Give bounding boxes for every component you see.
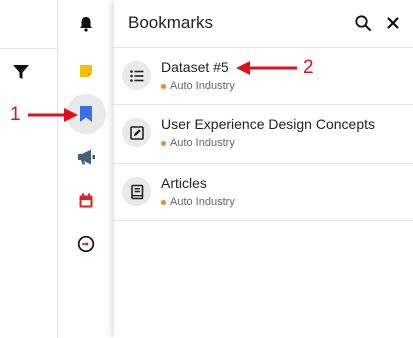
search-button[interactable] <box>352 12 374 34</box>
announcements-button[interactable] <box>66 137 106 177</box>
bookmark-title: Dataset #5 <box>161 59 229 75</box>
list-icon <box>122 61 151 90</box>
app-root: Bookmarks Dataset #5 Auto Industry User … <box>0 0 413 338</box>
bookmark-subtitle: Auto Industry <box>161 137 235 149</box>
search-icon <box>355 15 371 31</box>
notes-button[interactable] <box>66 51 106 91</box>
notifications-button[interactable] <box>66 4 106 44</box>
gauge-icon <box>77 235 95 253</box>
main-area <box>0 0 57 338</box>
book-icon <box>122 177 151 206</box>
bookmark-subtitle: Auto Industry <box>161 80 235 92</box>
icon-rail <box>57 0 114 338</box>
bookmark-subtitle-text: Auto Industry <box>170 80 235 92</box>
bell-icon <box>80 17 92 32</box>
close-icon <box>387 17 399 29</box>
bookmark-title: Articles <box>161 175 207 191</box>
bookmark-subtitle-text: Auto Industry <box>170 137 235 149</box>
calendar-button[interactable] <box>66 181 106 221</box>
bookmark-subtitle: Auto Industry <box>161 196 235 208</box>
bookmark-title: User Experience Design Concepts <box>161 116 375 132</box>
status-dot <box>161 199 166 205</box>
divider <box>0 48 57 49</box>
bookmark-subtitle-text: Auto Industry <box>170 196 235 208</box>
calendar-icon <box>79 193 93 208</box>
bookmark-item[interactable]: Articles Auto Industry <box>114 164 413 221</box>
bookmark-item[interactable]: Dataset #5 Auto Industry <box>114 48 413 105</box>
megaphone-icon <box>78 149 95 165</box>
bookmarks-panel: Bookmarks Dataset #5 Auto Industry User … <box>114 0 413 338</box>
annotation-label-1: 1 <box>10 104 21 125</box>
status-dot <box>161 83 166 89</box>
sticky-note-icon <box>80 65 92 77</box>
filter-icon[interactable] <box>11 62 31 82</box>
panel-title: Bookmarks <box>128 13 214 32</box>
bookmark-icon <box>80 106 92 122</box>
panel-header: Bookmarks <box>114 0 413 48</box>
annotation-label-2: 2 <box>303 57 314 78</box>
bookmark-item[interactable]: User Experience Design Concepts Auto Ind… <box>114 105 413 164</box>
dashboard-button[interactable] <box>66 224 106 264</box>
close-button[interactable] <box>382 12 404 34</box>
bookmarks-button[interactable] <box>66 94 106 134</box>
edit-square-icon <box>122 118 151 147</box>
status-dot <box>161 140 166 146</box>
